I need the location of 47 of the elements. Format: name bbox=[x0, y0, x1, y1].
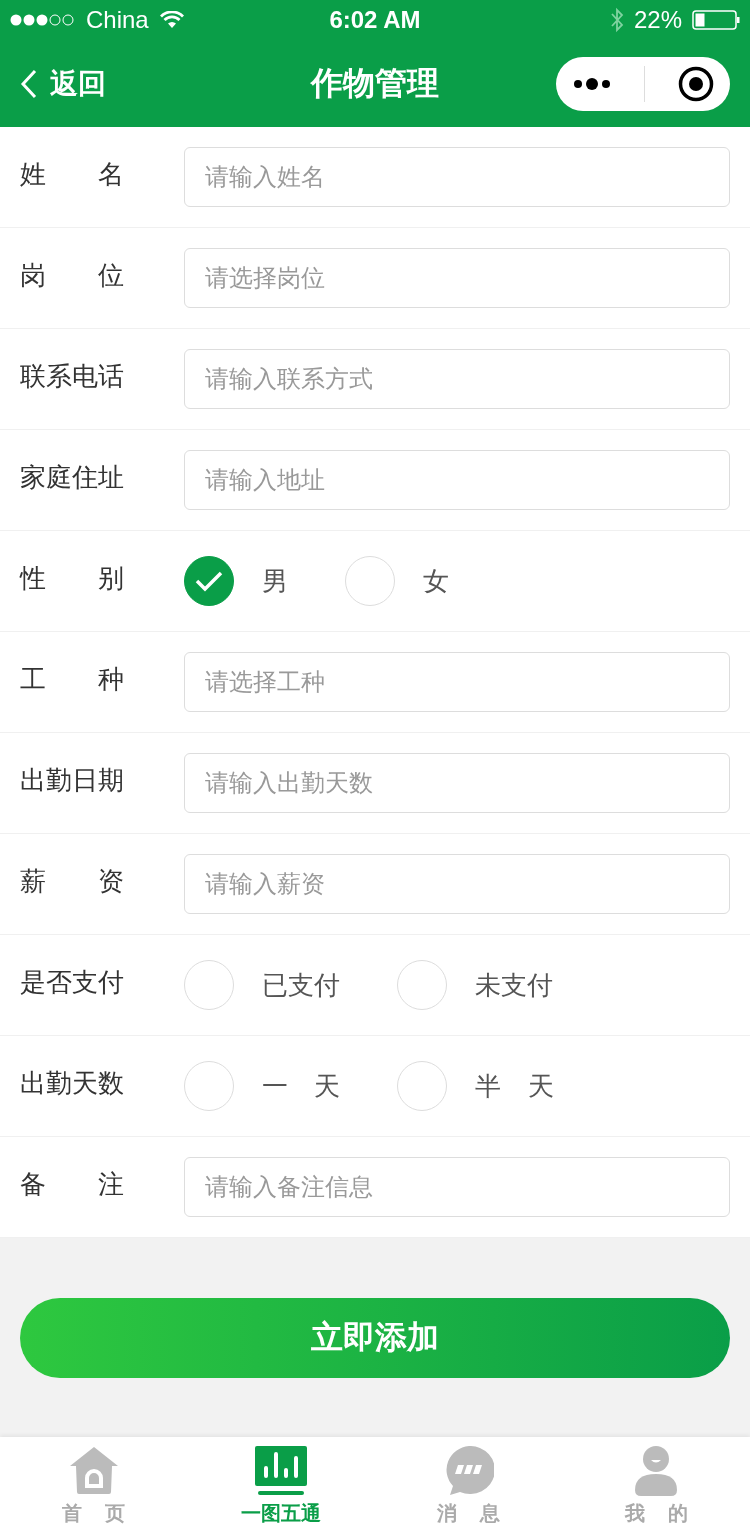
more-icon[interactable] bbox=[572, 76, 611, 91]
field-label: 姓 名 bbox=[20, 158, 124, 191]
close-target-icon[interactable] bbox=[677, 65, 714, 102]
battery-icon bbox=[692, 10, 740, 30]
bar-chart-icon bbox=[255, 1445, 308, 1496]
submit-button[interactable]: 立即添加 bbox=[20, 1297, 730, 1378]
radio-button[interactable] bbox=[184, 556, 234, 606]
house-icon bbox=[68, 1445, 119, 1496]
option-label: 一 天 bbox=[262, 1069, 341, 1103]
input-field[interactable]: 请输入地址 bbox=[184, 450, 730, 510]
option-label: 半 天 bbox=[475, 1069, 554, 1103]
input-field[interactable]: 请输入薪资 bbox=[184, 854, 730, 914]
input-field[interactable]: 请输入出勤天数 bbox=[184, 753, 730, 813]
battery-percent: 22% bbox=[633, 6, 682, 34]
tab-item[interactable]: 首 页 bbox=[0, 1437, 188, 1535]
bluetooth-icon bbox=[609, 7, 624, 33]
input-field[interactable]: 请输入备注信息 bbox=[184, 1157, 730, 1217]
status-time: 6:02 AM bbox=[329, 6, 421, 34]
option-label: 男 bbox=[262, 564, 288, 598]
option-label: 未支付 bbox=[475, 968, 553, 1002]
input-field[interactable]: 请输入联系方式 bbox=[184, 349, 730, 409]
field-label: 家庭住址 bbox=[20, 461, 124, 494]
field-label: 备 注 bbox=[20, 1168, 124, 1201]
person-icon bbox=[635, 1445, 678, 1496]
input-field[interactable]: 请输入姓名 bbox=[184, 147, 730, 207]
field-label: 性 别 bbox=[20, 562, 124, 595]
field-label: 出勤天数 bbox=[20, 1067, 124, 1100]
field-label: 岗 位 bbox=[20, 259, 124, 292]
field-label: 出勤日期 bbox=[20, 764, 124, 797]
field-label: 联系电话 bbox=[20, 360, 124, 393]
field-label: 薪 资 bbox=[20, 865, 124, 898]
signal-icon bbox=[10, 13, 76, 27]
input-field[interactable]: 请选择岗位 bbox=[184, 248, 730, 308]
option-label: 女 bbox=[423, 564, 449, 598]
tab-item[interactable]: 消 息 bbox=[375, 1437, 563, 1535]
field-label: 工 种 bbox=[20, 663, 124, 696]
page-title: 作物管理 bbox=[311, 62, 439, 104]
field-label: 是否支付 bbox=[20, 966, 124, 999]
back-chevron-icon bbox=[20, 68, 38, 99]
back-button[interactable]: 返回 bbox=[20, 64, 106, 103]
carrier-name: China bbox=[86, 6, 149, 34]
wifi-icon bbox=[158, 11, 185, 29]
input-field[interactable]: 请选择工种 bbox=[184, 652, 730, 712]
tab-item[interactable]: 一图五通 bbox=[187, 1437, 375, 1535]
option-label: 已支付 bbox=[262, 968, 340, 1002]
checkmark-icon bbox=[194, 570, 224, 592]
tab-item[interactable]: 我 的 bbox=[562, 1437, 750, 1535]
